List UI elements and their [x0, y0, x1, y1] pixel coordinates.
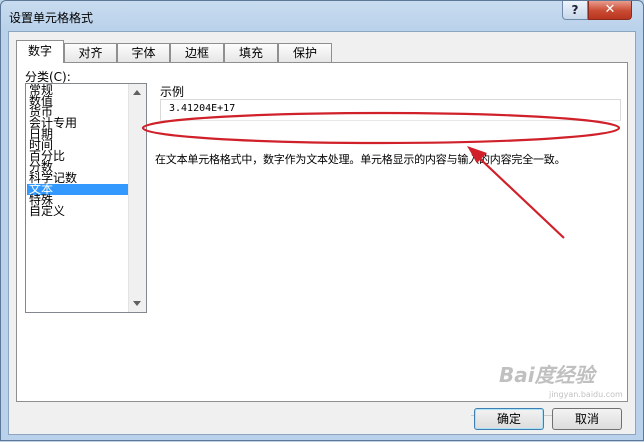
watermark-logo: Bai度经验: [499, 363, 595, 387]
tab-font[interactable]: 字体: [117, 43, 170, 62]
scroll-up-icon[interactable]: [133, 90, 141, 95]
cancel-button[interactable]: 取消: [552, 408, 622, 430]
tab-number[interactable]: 数字: [16, 40, 64, 63]
category-listbox[interactable]: 常规 数值 货币 会计专用 日期 时间 百分比 分数 科学记数 文本 特殊 自定…: [25, 83, 147, 313]
watermark-url: jingyan.baidu.com: [549, 390, 623, 399]
title-bar[interactable]: 设置单元格格式 ? ✕: [1, 1, 643, 33]
tab-fill[interactable]: 填充: [224, 43, 278, 62]
close-button[interactable]: ✕: [588, 1, 632, 20]
help-icon: ?: [571, 3, 579, 17]
ok-button[interactable]: 确定: [474, 408, 544, 430]
scroll-down-icon[interactable]: [133, 301, 141, 306]
category-item-custom[interactable]: 自定义: [27, 205, 130, 217]
tab-protection[interactable]: 保护: [278, 43, 332, 62]
number-tab-panel: 分类(C): 常规 数值 货币 会计专用 日期 时间 百分比 分数 科学记数 文…: [16, 62, 628, 402]
format-cells-dialog: 设置单元格格式 ? ✕ 数字 对齐 字体 边框 填充 保护 分类(C): 常规 …: [0, 0, 644, 441]
help-button[interactable]: ?: [562, 1, 588, 20]
tab-alignment[interactable]: 对齐: [64, 43, 117, 62]
format-description: 在文本单元格格式中，数字作为文本处理。单元格显示的内容与输入的内容完全一致。: [155, 153, 566, 166]
sample-value: 3.41204E+17: [169, 103, 236, 114]
dialog-title: 设置单元格格式: [9, 11, 94, 25]
close-icon: ✕: [604, 2, 616, 17]
tab-border[interactable]: 边框: [170, 43, 224, 62]
category-scrollbar[interactable]: [128, 84, 146, 312]
sample-preview: 3.41204E+17: [160, 99, 621, 121]
sample-label: 示例: [160, 85, 185, 99]
